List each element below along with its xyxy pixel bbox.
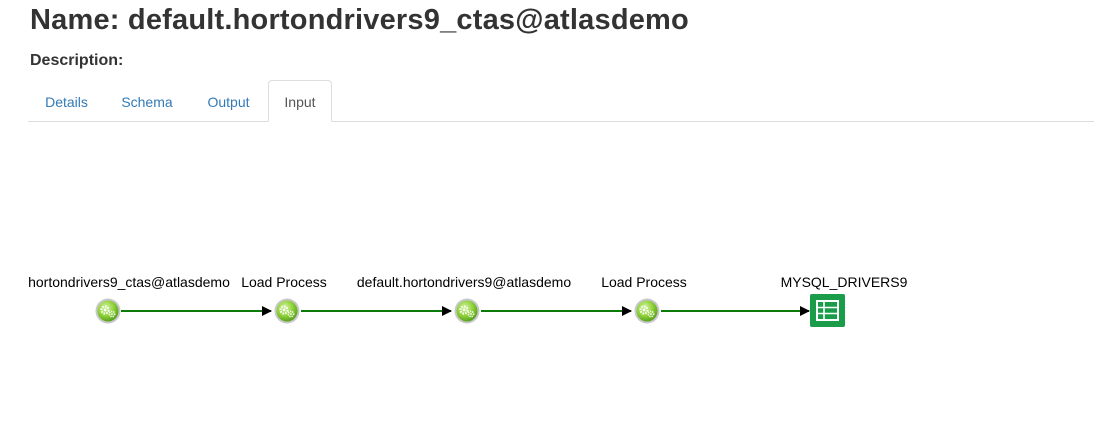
table-icon — [810, 294, 845, 327]
node-label: default.hortondrivers9@atlasdemo — [357, 274, 571, 290]
tab-output[interactable]: Output — [189, 80, 268, 121]
tab-bar: Details Schema Output Input — [28, 80, 1094, 122]
lineage-node-process[interactable]: Load Process — [601, 274, 687, 325]
process-gear-icon — [94, 297, 122, 325]
lineage-node-source[interactable]: hortondrivers9_ctas@atlasdemo — [28, 274, 230, 325]
lineage-graph: hortondrivers9_ctas@atlasdemo Load Proce… — [28, 274, 908, 327]
process-gear-icon — [453, 297, 481, 325]
tab-input[interactable]: Input — [268, 80, 332, 122]
process-gear-icon — [633, 297, 661, 325]
node-label: Load Process — [601, 274, 687, 290]
page-title: Name: default.hortondrivers9_ctas@atlasd… — [30, 4, 689, 36]
node-label: MYSQL_DRIVERS9 — [781, 274, 908, 290]
process-gear-icon — [273, 297, 301, 325]
node-label: Load Process — [241, 274, 327, 290]
tab-schema[interactable]: Schema — [105, 80, 189, 121]
node-label: hortondrivers9_ctas@atlasdemo — [28, 274, 230, 290]
lineage-node-target[interactable]: MYSQL_DRIVERS9 — [781, 274, 908, 327]
lineage-node-dataset[interactable]: default.hortondrivers9@atlasdemo — [357, 274, 571, 325]
tab-details[interactable]: Details — [28, 80, 105, 121]
lineage-node-process[interactable]: Load Process — [241, 274, 327, 325]
description-label: Description: — [30, 52, 124, 69]
